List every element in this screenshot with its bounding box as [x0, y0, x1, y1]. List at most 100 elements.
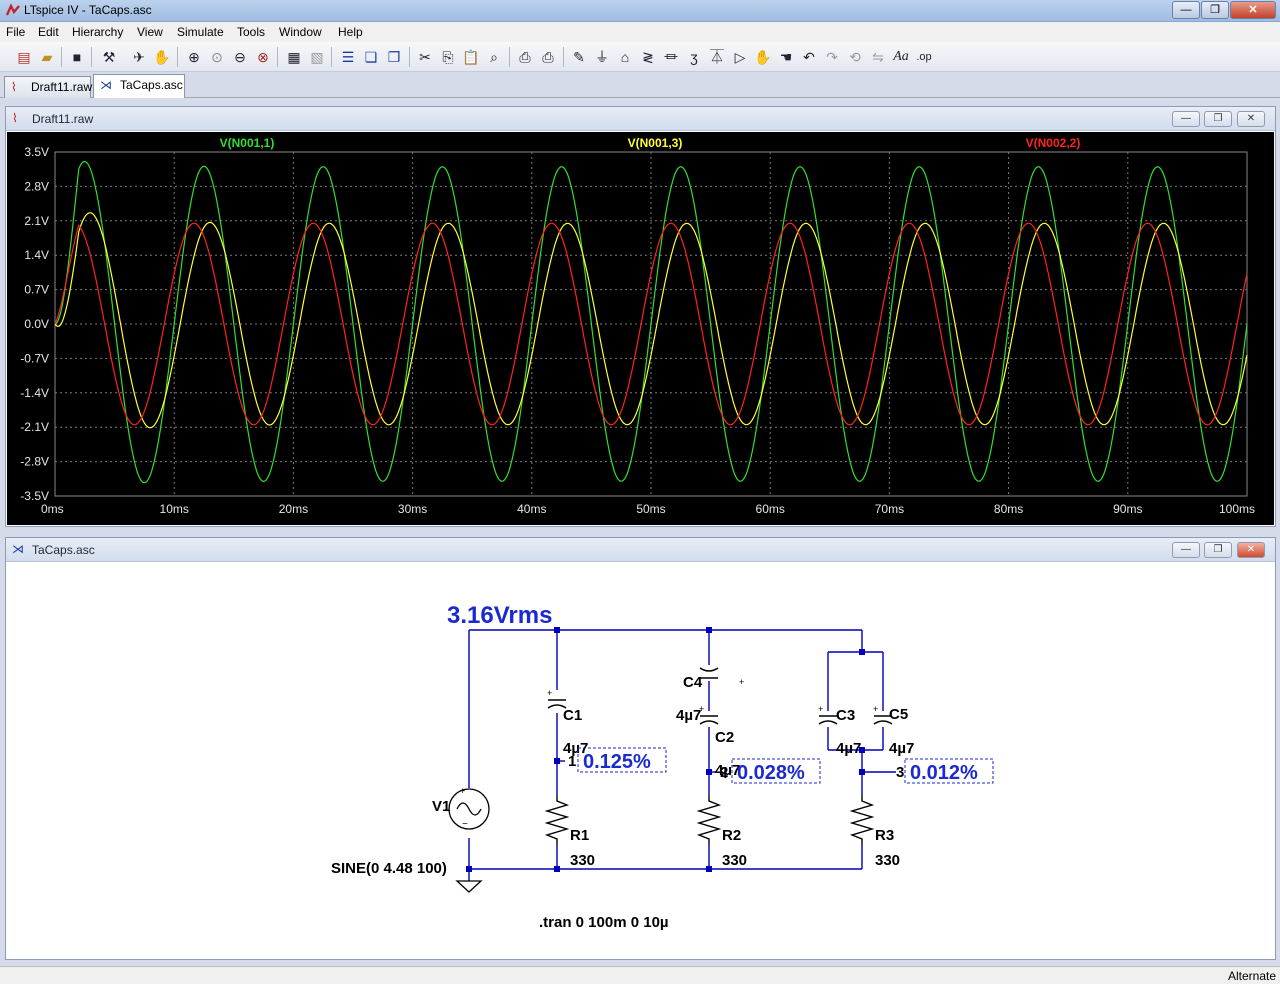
trace-v-n001-1- [54, 160, 1248, 484]
c5-value-label: 4µ7 [889, 740, 914, 757]
component-icon[interactable]: ▷ [730, 47, 750, 67]
cascade-icon[interactable]: ❏ [361, 47, 381, 67]
open-icon[interactable]: ▰ [37, 47, 57, 67]
y-tick-label: -2.1V [20, 420, 49, 434]
move-icon[interactable]: ✋ [753, 47, 773, 67]
measurement-box-2[interactable]: 0.028% [731, 758, 821, 784]
waveform-chart[interactable]: 3.5V 2.8V 2.1V 1.4V 0.7V 0.0V -0.7V -1.4V -2.1V -… [7, 132, 1276, 527]
y-tick-label: 0.7V [24, 283, 49, 297]
menu-simulate[interactable]: Simulate [177, 25, 224, 39]
x-tick-label: 10ms [160, 502, 189, 516]
drag-icon[interactable]: ☚ [776, 47, 796, 67]
waveform-icon: ⌇ [12, 111, 18, 125]
find-icon[interactable]: ⌕ [484, 47, 504, 67]
menu-help[interactable]: Help [338, 25, 363, 39]
toolbar-separator [409, 47, 410, 67]
y-tick-label: -2.8V [20, 455, 49, 469]
menu-window[interactable]: Window [279, 25, 322, 39]
wires [468, 629, 896, 881]
menu-hierarchy[interactable]: Hierarchy [72, 25, 123, 39]
resistor-icon[interactable]: ≷ [638, 47, 658, 67]
run-icon[interactable]: ✈ [129, 47, 149, 67]
c1-ref-label: C1 [563, 707, 582, 724]
tab-tacaps-asc[interactable]: ⋊ TaCaps.asc [93, 74, 185, 98]
schematic-canvas[interactable]: + − + + + + + V1 SINE(0 4.48 100) C1 4µ7… [7, 563, 1274, 958]
zoom-in-icon[interactable]: ⊕ [184, 47, 204, 67]
y-tick-label: -0.7V [20, 351, 49, 365]
close-button[interactable]: ✕ [1230, 1, 1276, 19]
rotate-icon[interactable]: ⟲ [845, 47, 865, 67]
plot-restore-button[interactable]: ❐ [1204, 111, 1232, 127]
plot-close-button[interactable]: ✕ [1237, 111, 1265, 127]
plot-minimize-button[interactable]: — [1172, 111, 1200, 127]
text-icon[interactable]: Aa [891, 47, 911, 67]
minimize-button[interactable]: — [1172, 1, 1200, 19]
plot-window: ⌇ Draft11.raw — ❐ ✕ 3.5V 2.8V 2.1V 1.4V 0.7V… [5, 106, 1276, 527]
print-icon[interactable]: ⎙ [515, 47, 535, 67]
schematic-icon: ⋊ [12, 542, 24, 556]
schematic-window-titlebar: ⋊ TaCaps.asc — ❐ ✕ [6, 538, 1275, 562]
toolbar-separator [331, 47, 332, 67]
undo-icon[interactable]: ↶ [799, 47, 819, 67]
redo-icon[interactable]: ↷ [822, 47, 842, 67]
save-icon[interactable]: ■ [67, 47, 87, 67]
autorange-icon[interactable]: ▦ [284, 47, 304, 67]
measurement-box-3[interactable]: 0.012% [904, 758, 994, 784]
r3-value-label: 330 [875, 852, 900, 869]
ground-symbol[interactable] [455, 880, 483, 893]
paste-icon[interactable]: 📋 [461, 47, 481, 67]
c5-ref-label: C5 [889, 706, 908, 723]
tile-horizontal-icon[interactable]: ☰ [338, 47, 358, 67]
spice-directive[interactable]: .tran 0 100m 0 10µ [539, 914, 669, 931]
copy-icon[interactable]: ⎘ [438, 47, 458, 67]
restore-button[interactable]: ❐ [1201, 1, 1229, 19]
measurement-box-1[interactable]: 0.125% [577, 747, 667, 773]
menu-file[interactable]: File [6, 25, 25, 39]
tab-draft11-raw[interactable]: ⌇ Draft11.raw [4, 76, 92, 98]
x-tick-label: 40ms [517, 502, 546, 516]
zoom-cancel-icon[interactable]: ⊗ [253, 47, 273, 67]
spice-directive-icon[interactable]: .op [914, 47, 934, 67]
junction-dots [466, 627, 865, 872]
toolbar: ▤ ▰ ■ ⚒ ✈ ✋ ⊕ ⊙ ⊖ ⊗ ▦ ▧ ☰ ❏ ❐ ✂ ⎘ 📋 ⌕ ⎙ … [0, 42, 1280, 72]
label-net-icon[interactable]: ⌂ [615, 47, 635, 67]
halt-icon[interactable]: ✋ [152, 47, 172, 67]
legend-v-n002-2-[interactable]: V(N002,2) [1026, 136, 1081, 150]
legend-v-n001-1-[interactable]: V(N001,1) [220, 136, 275, 150]
schematic-drawing[interactable]: + − + + + + + V1 SINE(0 4.48 100) C1 4µ7… [7, 563, 1276, 960]
new-schematic-icon[interactable]: ▤ [14, 47, 34, 67]
print-preview-icon[interactable]: ⎙ [538, 47, 558, 67]
mirror-icon[interactable]: ⇋ [868, 47, 888, 67]
schematic-restore-button[interactable]: ❐ [1204, 542, 1232, 558]
measurement-value-3: 0.012% [910, 762, 978, 784]
ground-icon[interactable]: ⏚ [592, 47, 612, 67]
draw-wire-icon[interactable]: ✎ [569, 47, 589, 67]
cut-icon[interactable]: ✂ [415, 47, 435, 67]
toolbar-separator [563, 47, 564, 67]
close-all-icon[interactable]: ❐ [384, 47, 404, 67]
inductor-icon[interactable]: ʒ [684, 47, 704, 67]
x-tick-label: 0ms [41, 502, 64, 516]
measurement-value-2: 0.028% [737, 762, 805, 784]
x-tick-label: 80ms [994, 502, 1023, 516]
edit-plot-icon[interactable]: ▧ [307, 47, 327, 67]
svg-text:−: − [462, 819, 468, 830]
y-tick-label: 2.8V [24, 179, 49, 193]
legend-v-n001-3-[interactable]: V(N001,3) [628, 136, 683, 150]
menu-view[interactable]: View [137, 25, 163, 39]
control-panel-icon[interactable]: ⚒ [99, 47, 119, 67]
zoom-out-icon[interactable]: ⊖ [230, 47, 250, 67]
diode-icon[interactable]: ⏄ [707, 47, 727, 67]
schematic-minimize-button[interactable]: — [1172, 542, 1200, 558]
zoom-pan-icon[interactable]: ⊙ [207, 47, 227, 67]
capacitor-icon[interactable]: ⏛ [661, 47, 681, 67]
menu-tools[interactable]: Tools [237, 25, 265, 39]
rms-measurement-label[interactable]: 3.16Vrms [447, 602, 552, 629]
schematic-close-button[interactable]: ✕ [1237, 542, 1265, 558]
y-tick-label: -1.4V [20, 386, 49, 400]
x-tick-label: 60ms [756, 502, 785, 516]
voltage-source-v1[interactable]: + − [448, 786, 490, 830]
menu-edit[interactable]: Edit [38, 25, 59, 39]
x-tick-label: 70ms [875, 502, 904, 516]
waveform-plot[interactable]: 3.5V 2.8V 2.1V 1.4V 0.7V 0.0V -0.7V -1.4V -2.1V -… [7, 132, 1274, 525]
